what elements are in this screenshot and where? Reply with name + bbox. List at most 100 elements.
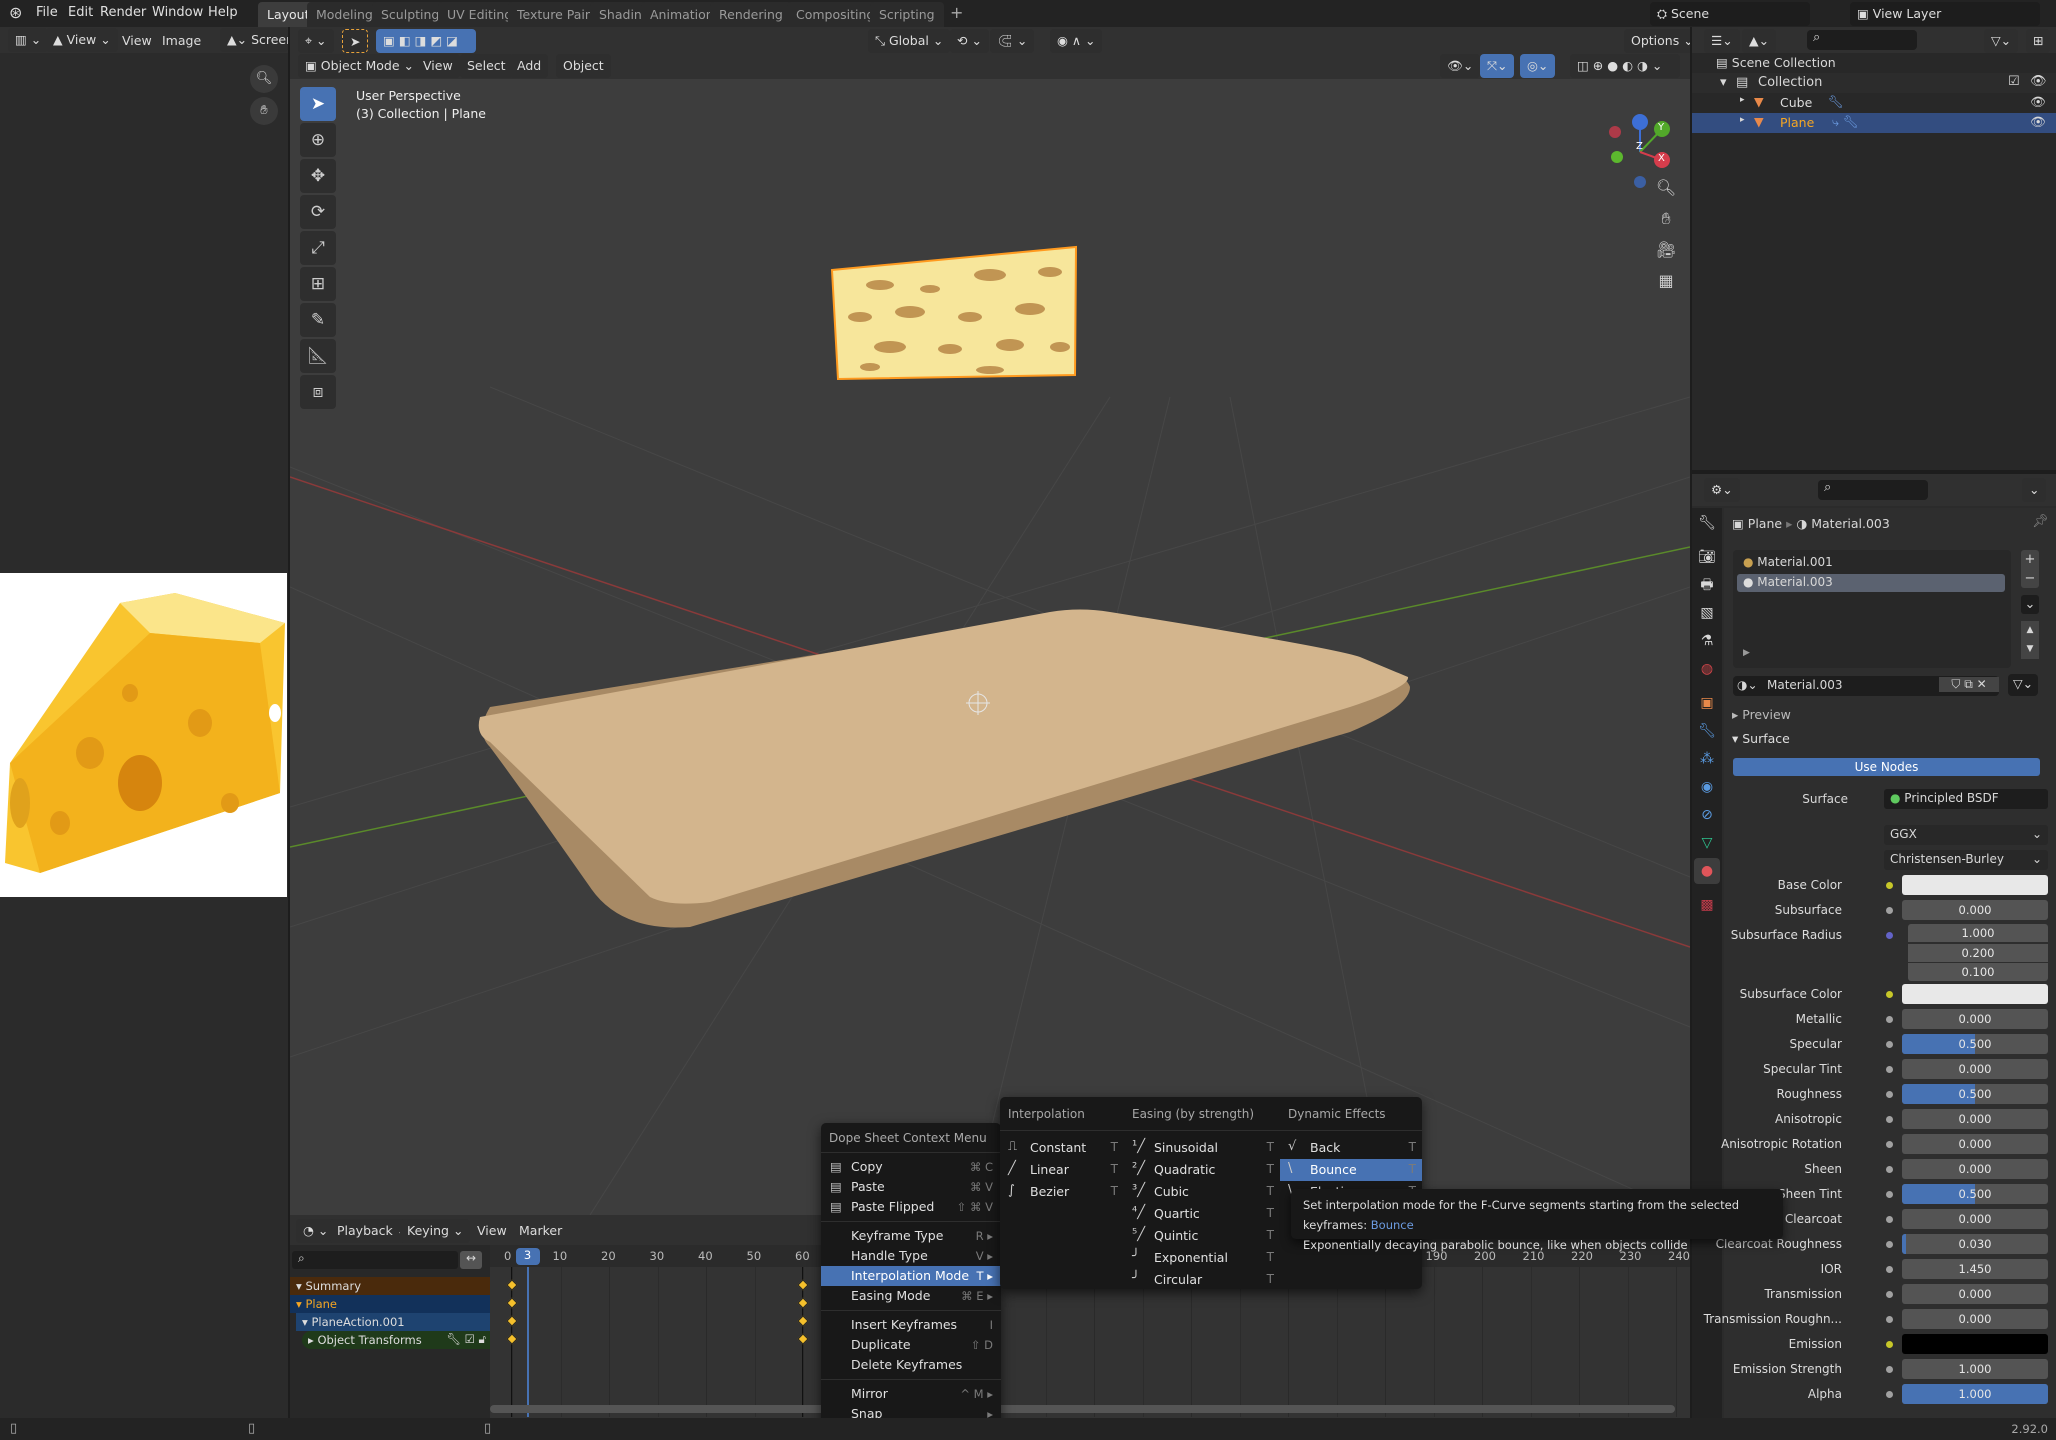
visibility-icon[interactable]: 👁︎⌄ [1440,54,1481,78]
menu-item-quintic[interactable]: ⁵╱ Quintic T [1124,1225,1280,1247]
property-slider[interactable]: 0.500 [1902,1033,2048,1054]
view-layer-selector[interactable]: ▣ View Layer [1850,2,2040,26]
menu-item-circular[interactable]: ╯ Circular T [1124,1269,1280,1291]
transform-tool-icon[interactable]: ⊞ [300,267,336,301]
add-cube-tool-icon[interactable]: ⧈ [300,375,336,409]
channel-plane[interactable]: ▾ Plane [290,1295,490,1313]
unlink-icon[interactable]: ✕ [1977,677,1987,691]
filter-icon[interactable]: ▽⌄ [1984,29,2019,53]
socket-icon[interactable] [1886,1390,1893,1398]
zoom-icon[interactable]: 🔍︎ [250,65,278,93]
keyframe-diamond[interactable] [506,1297,518,1309]
expand-icon[interactable]: ▸ [1740,115,1745,125]
cursor-tool-icon[interactable]: ⊕ [300,123,336,157]
menu-item-keyframe-type[interactable]: Keyframe Type R ▸ [821,1226,1001,1246]
menu-item-delete-keyframes[interactable]: Delete Keyframes [821,1355,1001,1375]
pivot-point-icon[interactable]: ⟲ ⌄ [950,29,989,53]
sync-icon[interactable]: ↔ [460,1251,482,1269]
socket-icon[interactable] [1886,1315,1893,1323]
property-slider[interactable]: 0.000 [1902,900,2048,920]
current-frame-indicator[interactable]: 3 [515,1248,540,1265]
property-field[interactable]: 0.100 [1908,963,2048,982]
editor-type-button[interactable]: ▥ ⌄ [8,28,49,52]
menu-render[interactable]: Render [100,5,146,20]
channel-summary[interactable]: ▾ Summary [290,1277,490,1295]
menu-object[interactable]: Object [556,54,611,78]
property-slider[interactable]: 1.000 [1902,1358,2048,1379]
texture-tab-icon[interactable]: ▩ [1694,892,1720,918]
menu-window[interactable]: Window [152,5,203,20]
keyframe-diamond[interactable] [797,1315,809,1327]
menu-item-quartic[interactable]: ⁴╱ Quartic T [1124,1203,1280,1225]
constraints-tab-icon[interactable]: ⊘ [1694,802,1720,828]
menu-item-cubic[interactable]: ³╱ Cubic T [1124,1181,1280,1203]
socket-icon[interactable] [1886,1365,1893,1373]
gizmo-toggle-icon[interactable]: ⤧⌄ [1480,54,1515,78]
keyframe-diamond[interactable] [797,1297,809,1309]
subsurface-method-dropdown[interactable]: Christensen-Burley ⌄ [1884,850,2048,870]
menu-item-duplicate[interactable]: Duplicate ⇧ D [821,1335,1001,1355]
expand-icon[interactable]: ▾ [1720,75,1727,90]
menu-image[interactable]: Image [162,33,201,48]
menu-item-insert-keyframes[interactable]: Insert Keyframes I [821,1315,1001,1335]
slot-specials-icon[interactable]: ⌄ [2021,595,2039,614]
menu-item-copy[interactable]: ▤ Copy ⌘ C [821,1157,1001,1177]
move-down-icon[interactable]: ▼ [2021,640,2039,659]
socket-icon[interactable] [1886,1065,1893,1073]
outliner-row-scene-collection[interactable]: ▤ Scene Collection [1716,55,1836,70]
menu-view[interactable]: View [416,54,460,78]
socket-icon[interactable] [1886,1265,1893,1273]
mode-dropdown[interactable]: ▣ Object Mode ⌄ [298,54,421,78]
object-tab-icon[interactable]: ▣ [1694,690,1720,716]
material-datablock[interactable]: ◑⌄ Material.003 ⛉ ⧉ ✕ [1733,676,1999,696]
menu-item-linear[interactable]: ╱ Linear T [1000,1159,1124,1181]
move-up-icon[interactable]: ▲ [2021,621,2039,640]
tab-scripting[interactable]: Scripting [870,2,944,27]
menu-item-handle-type[interactable]: Handle Type V ▸ [821,1246,1001,1266]
property-slider[interactable]: 0.000 [1902,1008,2048,1029]
pan-hand-icon[interactable]: ✋︎ [1654,203,1678,234]
filter-view-icon[interactable]: ▲⌄ [1742,29,1777,53]
color-swatch[interactable] [1902,1333,2048,1354]
transform-orientation-dropdown[interactable]: ⤡ Global ⌄ [868,29,951,53]
options-dropdown[interactable]: Options ⌄ [1624,29,1690,53]
modifier-tab-icon[interactable]: 🔧︎ [1694,718,1720,744]
material-slot[interactable]: ● Material.001 [1737,554,2005,572]
menu-help[interactable]: Help [208,5,238,20]
socket-icon[interactable] [1886,1015,1893,1023]
property-slider[interactable]: 0.500 [1902,1183,2048,1204]
property-slider[interactable]: 0.500 [1902,1083,2048,1104]
output-tab-icon[interactable]: 🖶 [1694,572,1720,598]
surface-panel-header[interactable]: ▾ Surface [1724,728,2056,750]
3d-viewport[interactable]: Z Y X ⌖ ⌄ ➤ ▣ ◧ ◨ ◩ ◪ ⤡ Global ⌄ ⟲ ⌄ 🧲︎ … [290,27,1690,1215]
property-slider[interactable]: 0.000 [1902,1283,2048,1304]
expand-icon[interactable]: ▸ [1740,95,1745,105]
rotate-tool-icon[interactable]: ⟳ [300,195,336,229]
tab-modeling[interactable]: Modeling [307,2,382,27]
horizontal-scrollbar[interactable] [490,1405,1675,1413]
socket-icon[interactable] [1886,1115,1893,1123]
scale-tool-icon[interactable]: ⤢ [300,231,336,265]
zoom-icon[interactable]: 🔍︎ [1654,172,1678,203]
property-slider[interactable]: 0.000 [1902,1133,2048,1154]
outliner-row-collection[interactable]: ▾ ▤ Collection ☑ 👁︎ [1692,73,2056,93]
property-slider[interactable]: 0.000 [1902,1158,2048,1179]
outliner-search-input[interactable]: ⌕ [1807,30,1917,50]
render-tab-icon[interactable]: 📷︎ [1694,544,1720,570]
socket-icon[interactable] [1886,1215,1893,1223]
material-slot-list[interactable]: ● Material.001 ● Material.003 ▶ [1733,550,2011,668]
property-slider[interactable]: 0.000 [1902,1308,2048,1329]
channel-search-input[interactable]: ⌕ [292,1251,458,1269]
shading-mode-buttons[interactable]: ◫ ⊕ ● ◐ ◑ ⌄ [1570,54,1680,78]
menu-keying[interactable]: Keying ⌄ [400,1219,471,1243]
add-workspace-icon[interactable]: + [950,3,963,22]
menu-select[interactable]: Select [460,54,513,78]
world-tab-icon[interactable]: ◍ [1694,656,1720,682]
menu-view[interactable]: View [470,1219,514,1243]
menu-marker[interactable]: Marker [512,1219,569,1243]
menu-item-back[interactable]: √ Back T [1280,1137,1422,1159]
menu-item-paste[interactable]: ▤ Paste ⌘ V [821,1177,1001,1197]
menu-item-easing-mode[interactable]: Easing Mode ⌘ E ▸ [821,1286,1001,1306]
tool-tab-icon[interactable]: 🔧︎ [1694,510,1720,536]
gizmo-z-label[interactable]: Z [1636,141,1643,152]
